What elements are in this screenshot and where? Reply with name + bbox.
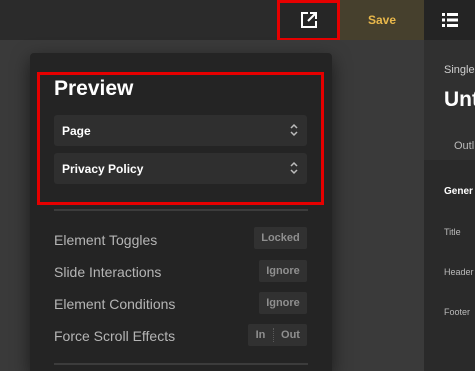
inspector-subtitle: Single: [444, 64, 475, 76]
chevron-updown-icon: [290, 161, 298, 175]
open-preview-button[interactable]: [280, 0, 337, 39]
element-conditions-state[interactable]: Ignore: [259, 292, 307, 314]
divider: [54, 209, 308, 211]
menu-button[interactable]: [424, 0, 475, 40]
option-label-force-scroll-effects: Force Scroll Effects: [54, 328, 176, 344]
list-menu-icon: [441, 13, 458, 27]
preview-type-value: Page: [62, 124, 91, 138]
tab-outline[interactable]: Outl: [454, 140, 474, 152]
section-general: Gener: [444, 186, 473, 197]
option-label-element-conditions: Element Conditions: [54, 296, 176, 312]
option-label-slide-interactions: Slide Interactions: [54, 264, 162, 280]
field-label-footer: Footer: [444, 307, 471, 317]
inspector-title: Unt: [444, 88, 475, 111]
inspector-panel: Single Unt Outl Gener Title Header Foote…: [424, 40, 475, 371]
element-toggles-state[interactable]: Locked: [254, 227, 307, 249]
force-scroll-in-option[interactable]: In: [248, 324, 273, 346]
slide-interactions-state[interactable]: Ignore: [259, 260, 307, 282]
preview-type-select[interactable]: Page: [54, 115, 307, 146]
toolbar-left-area: [0, 0, 280, 40]
option-label-element-toggles: Element Toggles: [54, 232, 158, 248]
save-button[interactable]: Save: [340, 0, 424, 40]
field-label-title: Title: [444, 227, 461, 237]
preview-title: Preview: [54, 77, 134, 100]
preview-page-select[interactable]: Privacy Policy: [54, 153, 307, 184]
divider: [54, 363, 308, 365]
chevron-updown-icon: [290, 123, 298, 137]
external-link-icon: [300, 11, 317, 28]
force-scroll-out-option[interactable]: Out: [274, 324, 307, 346]
preview-page-value: Privacy Policy: [62, 162, 144, 176]
force-scroll-effects-toggle: In Out: [248, 324, 307, 346]
field-label-header: Header: [444, 267, 474, 277]
preview-popover: Preview Page Privacy Policy Element Togg…: [30, 53, 332, 371]
